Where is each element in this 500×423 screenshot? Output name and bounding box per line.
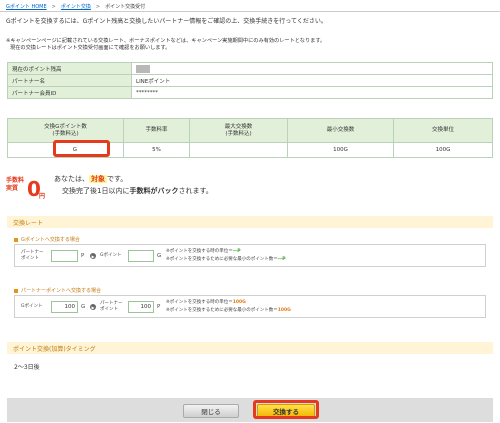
partner-point-label: パートナー ポイント [21,250,44,261]
rate-note-unit: ※ポイントを交換する時の単位＝―P [166,248,241,255]
breadcrumb-separator: > [51,3,56,10]
header-label: 交換単位 [431,127,454,133]
note-value: 100G [232,300,246,305]
arrow-right-icon: ▶ [90,253,96,259]
section-title-timing: ポイント交換(加算)タイミング [7,342,493,354]
note-line: ※キャンペーンページに記載されている交換レート、ボーナスポイントなどは、キャンペ… [6,38,326,44]
table-header-row: 交換Gポイント数 (手数料込) 手数料率 最大交換数 (手数料込) 最小交換数 … [7,118,493,143]
fee-line1-prefix: あなたは、 [54,175,89,183]
partner-id-value: ******** [131,86,493,99]
rate-row-to-partner: Gポイント 100 G ▶ パートナー ポイント 100 P ※ポイントを交換す… [14,295,486,318]
subsection-label: Gポイントへ交換する場合 [21,237,80,243]
header-label: 最大交換数 (手数料込) [224,123,253,137]
badge-top-text: 手数料 [6,176,24,184]
note-text: ※ポイントを交換する時の単位＝ [166,300,233,305]
col-header-exchange-amount: 交換Gポイント数 (手数料込) [7,118,124,143]
breadcrumb: Gポイント HOME > ポイント交換 > ポイント交換受付 [6,2,145,11]
balance-label: 現在のポイント残高 [7,62,132,75]
table-row: 現在のポイント残高 [7,62,493,75]
fee-line1-suffix: です。 [107,175,128,183]
table-row: パートナー名 LINEポイント [7,74,493,87]
gpoint-label: Gポイント [100,253,122,258]
fee-zero-badge: 手数料 実質 0 円 [6,176,45,200]
close-button[interactable]: 閉じる [183,404,239,418]
partner-name-value: LINEポイント [131,74,493,87]
footer-bar [7,398,493,422]
breadcrumb-current: ポイント交換受付 [105,4,146,10]
partner-point-unit: P [81,253,85,259]
breadcrumb-home-link[interactable]: Gポイント HOME [6,3,47,10]
min-amount-cell: 100G [287,142,394,158]
table-row: パートナー会員ID ******** [7,86,493,99]
gpoint-input[interactable] [128,250,154,262]
fee-line2-bold: 手数料がバック [129,187,179,195]
subsection-to-gpoint: Gポイントへ交換する場合 [14,236,80,243]
max-amount-cell [189,142,288,158]
note-value: ―P [277,257,286,262]
badge-yen-text: 円 [39,193,45,200]
header-label: 交換Gポイント数 (手数料込) [44,123,87,137]
partner-point-label: パートナー ポイント [100,301,123,312]
note-text: ※ポイントを交換するために必要な最小のポイント数＝ [166,308,278,313]
col-header-min-amount: 最小交換数 [287,118,394,143]
gpoint-unit: G [81,304,86,310]
arrow-right-icon: ▶ [90,304,96,310]
highlight-amount-box [53,140,110,157]
note-value: 100G [277,308,291,313]
note-text: ※ポイントを交換する時の単位＝ [166,249,233,254]
rate-row-to-gpoint: パートナー ポイント P ▶ Gポイント G ※ポイントを交換する時の単位＝―P… [14,244,486,267]
campaign-notes: ※キャンペーンページに記載されている交換レート、ボーナスポイントなどは、キャンペ… [6,38,494,52]
header-label: 最小交換数 [326,127,355,133]
rate-note-unit: ※ポイントを交換する時の単位＝100G [166,299,246,306]
gpoint-input[interactable]: 100 [51,301,78,313]
partner-point-input[interactable]: 100 [128,301,154,313]
fee-eligibility-line: あなたは、 対象 です。 [54,174,127,184]
timing-value: 2〜3日後 [14,364,40,371]
fee-refund-line: 交換完了後1日以内に手数料がバックされます。 [62,186,213,196]
partner-point-input[interactable] [51,250,78,262]
section-title-rate: 交換レート [7,216,493,228]
col-header-max-amount: 最大交換数 (手数料込) [189,118,288,143]
divider [0,11,500,12]
fee-line2-suffix: されます。 [178,187,213,195]
col-header-unit: 交換単位 [393,118,493,143]
note-line: 現在の交換レートはポイント交換受付画面にて確認をお願いします。 [10,45,171,51]
subsection-to-partner: パートナーポイントへ交換する場合 [14,287,101,294]
subsection-label: パートナーポイントへ交換する場合 [21,288,102,294]
masked-balance [136,64,150,73]
partner-point-unit: P [157,304,161,310]
note-text: ※ポイントを交換するために必要な最小のポイント数＝ [166,257,278,262]
intro-text: Gポイントを交換するには、Gポイント残高と交換したいパートナー情報をご確認の上、… [6,18,327,25]
gpoint-unit: G [157,253,162,259]
partner-name-label: パートナー名 [7,74,132,87]
fee-rate-cell: 5% [123,142,190,158]
fee-line2-prefix: 交換完了後1日以内に [62,187,130,195]
badge-bottom-text: 実質 [6,184,18,192]
header-label: 手数料率 [145,127,168,133]
breadcrumb-exchange-link[interactable]: ポイント交換 [61,3,91,10]
rate-note-minimum: ※ポイントを交換するために必要な最小のポイント数＝100G [166,307,291,314]
eligible-tag: 対象 [89,175,107,183]
col-header-fee-rate: 手数料率 [123,118,190,143]
gpoint-label: Gポイント [21,304,43,309]
partner-id-label: パートナー会員ID [7,86,132,99]
breadcrumb-separator: > [95,3,101,10]
account-info-table: 現在のポイント残高 パートナー名 LINEポイント パートナー会員ID ****… [7,62,493,99]
note-value: ―P [232,249,241,254]
unit-cell: 100G [393,142,493,158]
rate-note-minimum: ※ポイントを交換するために必要な最小のポイント数＝―P [166,256,286,263]
balance-value [131,62,493,75]
square-bullet-icon [14,237,18,242]
square-bullet-icon [14,288,18,293]
highlight-exchange-button-box [253,400,319,419]
